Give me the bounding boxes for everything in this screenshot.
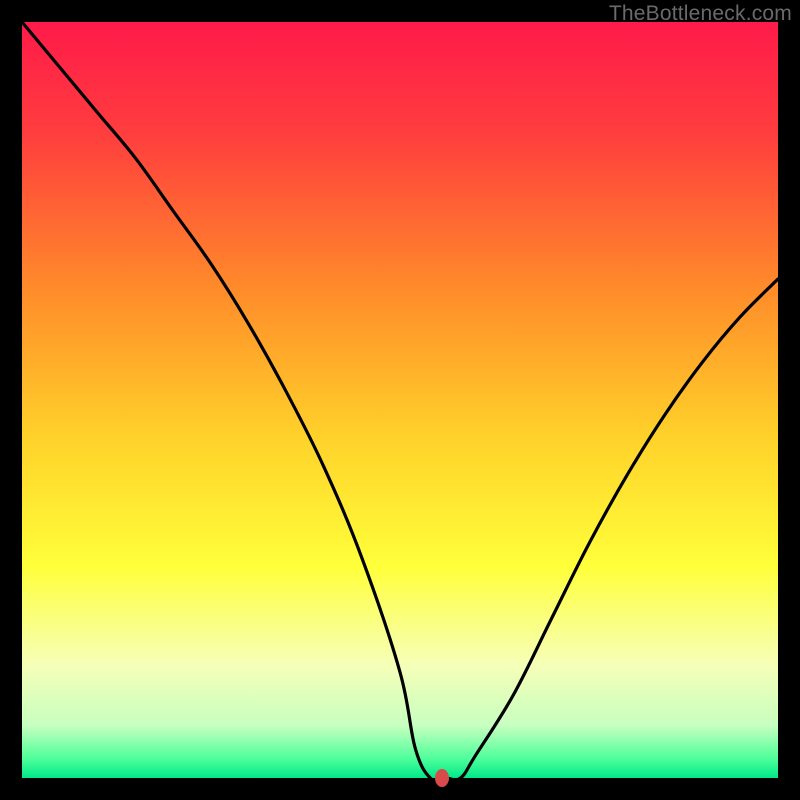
chart-frame xyxy=(22,22,778,778)
bottleneck-curve xyxy=(22,22,778,778)
optimal-point-marker xyxy=(435,769,449,787)
watermark-text: TheBottleneck.com xyxy=(609,2,792,26)
